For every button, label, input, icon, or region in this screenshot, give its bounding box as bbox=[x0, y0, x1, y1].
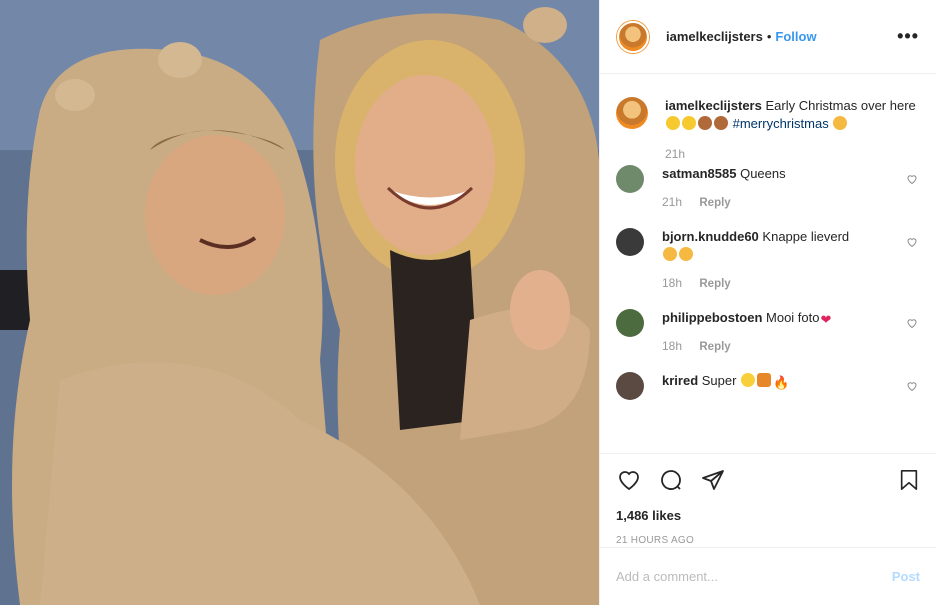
caption-avatar[interactable] bbox=[616, 97, 648, 129]
comment-username[interactable]: philippebostoen bbox=[662, 310, 762, 325]
comment-item: philippebostoen Mooi foto❤ 18h Reply bbox=[616, 309, 920, 354]
author-username[interactable]: iamelkeclijsters bbox=[666, 29, 763, 44]
comment-meta: 18h Reply bbox=[662, 339, 886, 354]
reply-button[interactable]: Reply bbox=[699, 341, 730, 353]
post-header: iamelkeclijsters • Follow ••• bbox=[600, 0, 936, 74]
author-avatar[interactable] bbox=[617, 20, 649, 53]
commenter-avatar[interactable] bbox=[616, 228, 644, 256]
post-timestamp: 21 HOURS AGO bbox=[616, 535, 695, 546]
bear-icon bbox=[714, 116, 728, 130]
comment-bubble-icon[interactable] bbox=[658, 468, 684, 492]
caption-username[interactable]: iamelkeclijsters bbox=[665, 98, 762, 113]
comment-age: 18h bbox=[662, 276, 683, 290]
comment-username[interactable]: satman8585 bbox=[662, 166, 736, 181]
commenter-avatar[interactable] bbox=[616, 165, 644, 193]
comment-item: bjorn.knudde60 Knappe lieverd 18h Reply bbox=[616, 228, 920, 291]
comment-body: satman8585 Queens 21h Reply bbox=[662, 165, 920, 210]
comment-age: 21h bbox=[662, 195, 683, 209]
caption-age: 21h bbox=[665, 147, 686, 161]
like-comment-heart-icon[interactable] bbox=[906, 380, 918, 392]
action-icons bbox=[616, 464, 920, 496]
separator-dot: • bbox=[766, 29, 772, 44]
post-viewer: iamelkeclijsters • Follow ••• iamelkecli… bbox=[0, 0, 936, 605]
like-comment-heart-icon[interactable] bbox=[906, 236, 918, 248]
comment-meta: 18h Reply bbox=[662, 276, 886, 291]
add-comment-input[interactable] bbox=[616, 569, 892, 584]
caption: iamelkeclijsters Early Christmas over he… bbox=[616, 97, 920, 161]
like-comment-heart-icon[interactable] bbox=[906, 317, 918, 329]
comment-username[interactable]: bjorn.knudde60 bbox=[662, 229, 759, 244]
comment-item: satman8585 Queens 21h Reply bbox=[616, 165, 920, 210]
share-paper-plane-icon[interactable] bbox=[700, 468, 726, 492]
kiss-face-icon bbox=[663, 247, 677, 261]
commenter-avatar[interactable] bbox=[616, 309, 644, 337]
reply-button[interactable]: Reply bbox=[699, 197, 730, 209]
post-comment-button[interactable]: Post bbox=[892, 569, 920, 584]
tiger-icon bbox=[757, 373, 772, 387]
like-heart-icon[interactable] bbox=[616, 468, 642, 492]
bookmark-icon[interactable] bbox=[898, 468, 920, 492]
kiss-face-icon bbox=[679, 247, 693, 261]
comment-text: Super bbox=[701, 373, 737, 388]
photo-illustration bbox=[0, 0, 599, 605]
commenter-avatar[interactable] bbox=[616, 372, 644, 400]
reply-button[interactable]: Reply bbox=[699, 278, 730, 290]
follow-button[interactable]: Follow bbox=[775, 29, 816, 44]
comment-text: Queens bbox=[740, 166, 786, 181]
kiss-face-icon bbox=[833, 116, 848, 130]
comment-text: Knappe lieverd bbox=[762, 229, 850, 244]
comment-body: krired Super 🔥 bbox=[662, 372, 920, 400]
red-heart-icon: ❤ bbox=[820, 312, 832, 327]
comment-composer: Post bbox=[600, 547, 936, 605]
post-sidebar: iamelkeclijsters • Follow ••• iamelkecli… bbox=[599, 0, 936, 605]
comment-body: philippebostoen Mooi foto❤ 18h Reply bbox=[662, 309, 920, 354]
more-options-icon[interactable]: ••• bbox=[897, 26, 919, 47]
caption-text: Early Christmas over here bbox=[765, 98, 916, 113]
comment-body: bjorn.knudde60 Knappe lieverd 18h Reply bbox=[662, 228, 920, 291]
comment-age: 18h bbox=[662, 339, 683, 353]
bear-icon bbox=[698, 116, 712, 130]
fire-icon: 🔥 bbox=[773, 375, 790, 390]
post-photo[interactable] bbox=[0, 0, 599, 605]
caption-hashtag[interactable]: #merrychristmas bbox=[733, 116, 829, 131]
comment-item: krired Super 🔥 bbox=[616, 372, 920, 400]
laughing-face-icon bbox=[741, 373, 756, 387]
post-actions: 1,486 likes 21 HOURS AGO bbox=[600, 453, 936, 546]
like-comment-heart-icon[interactable] bbox=[906, 173, 918, 185]
comment-text: Mooi foto bbox=[766, 310, 820, 325]
yellow-heart-icon bbox=[682, 116, 696, 130]
caption-body: iamelkeclijsters Early Christmas over he… bbox=[665, 97, 920, 161]
like-count[interactable]: 1,486 likes bbox=[616, 508, 920, 523]
comments-list[interactable]: iamelkeclijsters Early Christmas over he… bbox=[600, 75, 936, 453]
yellow-heart-icon bbox=[666, 116, 680, 130]
comment-meta: 21h Reply bbox=[662, 195, 886, 210]
comment-username[interactable]: krired bbox=[662, 373, 698, 388]
